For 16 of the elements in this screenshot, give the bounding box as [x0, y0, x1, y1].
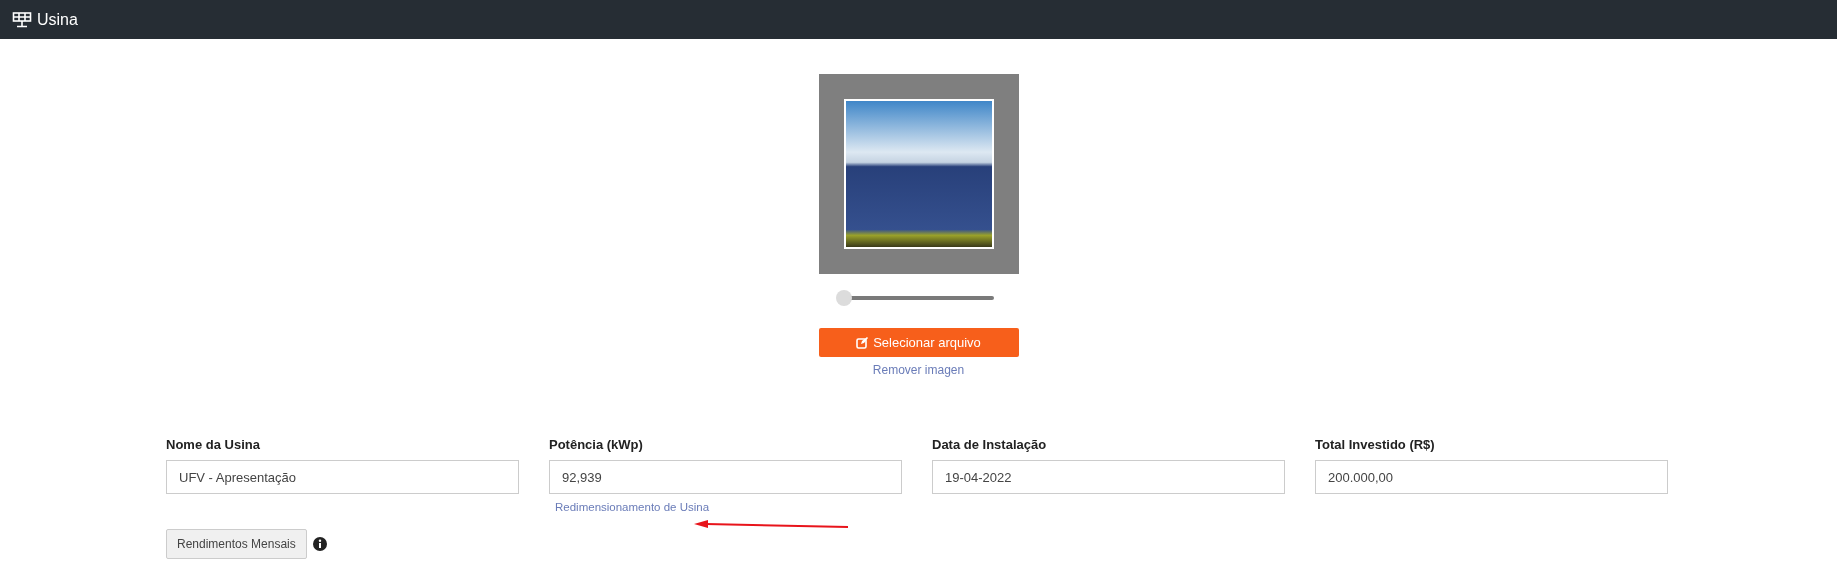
input-field[interactable]: 200.000,00: [1315, 460, 1668, 494]
input-field[interactable]: UFV - Apresentação: [166, 460, 519, 494]
monthly-yields-button[interactable]: Rendimentos Mensais: [166, 529, 307, 559]
field-label: Nome da Usina: [166, 437, 261, 452]
edit-icon: [856, 336, 869, 349]
field-label: Potência (kWp): [549, 437, 644, 452]
slider-thumb[interactable]: [835, 290, 852, 306]
solar-panel-icon: [12, 11, 32, 28]
input-field[interactable]: 92,939: [549, 460, 902, 494]
info-icon[interactable]: [312, 537, 327, 551]
remove-image-link[interactable]: Remover imagen: [872, 363, 965, 377]
field-label: Data de Instalação: [932, 437, 1048, 452]
input-field[interactable]: 19-04-2022: [932, 460, 1285, 494]
resize-link[interactable]: Redimensionamento de Usina: [555, 501, 710, 513]
page-title: Usina: [37, 10, 78, 29]
field-label: Total Investido (R$): [1315, 437, 1436, 452]
